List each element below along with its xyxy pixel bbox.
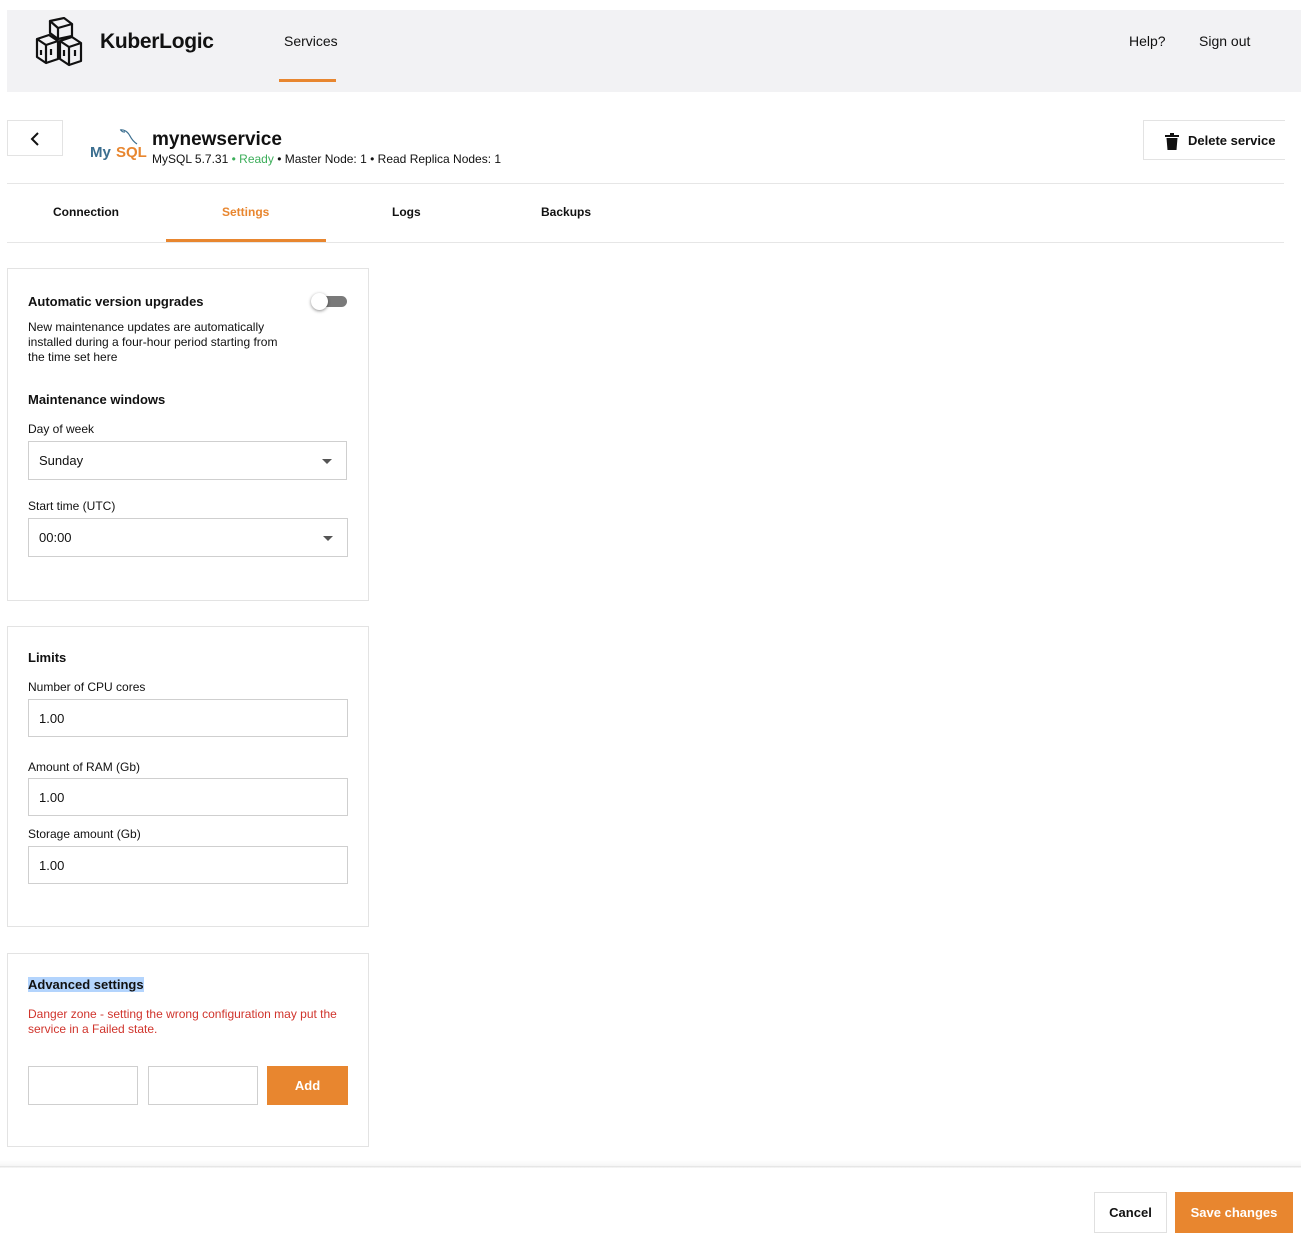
master-nodes: Master Node: 1 xyxy=(284,152,367,166)
status-badge: Ready xyxy=(239,152,274,166)
caret-down-icon xyxy=(323,536,333,541)
app-name: KuberLogic xyxy=(100,30,214,53)
upgrades-description: New maintenance updates are automaticall… xyxy=(28,320,278,364)
service-meta: MySQL 5.7.31 • Ready • Master Node: 1 • … xyxy=(152,152,502,166)
cpu-input[interactable] xyxy=(28,699,348,737)
delete-service-label: Delete service xyxy=(1188,133,1276,148)
tab-logs[interactable]: Logs xyxy=(392,205,421,219)
divider xyxy=(7,183,1284,184)
danger-warning: Danger zone - setting the wrong configur… xyxy=(28,1007,337,1036)
upgrades-title: Automatic version upgrades xyxy=(28,294,204,309)
storage-input[interactable] xyxy=(28,846,348,884)
mysql-logo-my: My xyxy=(90,144,111,161)
config-value-input[interactable] xyxy=(148,1066,258,1105)
chevron-left-icon xyxy=(30,132,39,146)
service-name: mynewservice xyxy=(152,129,282,150)
help-link[interactable]: Help? xyxy=(1129,33,1166,49)
nav-services-link[interactable]: Services xyxy=(284,33,338,49)
advanced-title: Advanced settings xyxy=(28,977,144,992)
tab-connection[interactable]: Connection xyxy=(53,205,119,219)
cancel-button[interactable]: Cancel xyxy=(1094,1192,1167,1233)
trash-icon xyxy=(1165,133,1179,150)
save-changes-button[interactable]: Save changes xyxy=(1175,1192,1293,1233)
start-time-label: Start time (UTC) xyxy=(28,499,116,513)
start-time-value: 00:00 xyxy=(39,530,72,545)
back-button[interactable] xyxy=(7,120,63,156)
cpu-label: Number of CPU cores xyxy=(28,680,146,694)
start-time-select[interactable]: 00:00 xyxy=(28,518,348,557)
service-version: MySQL 5.7.31 xyxy=(152,152,229,166)
ram-input[interactable] xyxy=(28,778,348,816)
storage-label: Storage amount (Gb) xyxy=(28,827,141,841)
auto-upgrade-toggle[interactable] xyxy=(311,293,347,310)
limits-title: Limits xyxy=(28,650,67,665)
sign-out-link[interactable]: Sign out xyxy=(1199,33,1250,49)
tab-settings[interactable]: Settings xyxy=(222,205,269,219)
advanced-title-wrap: Advanced settings xyxy=(28,977,144,992)
day-of-week-label: Day of week xyxy=(28,422,95,436)
footer-divider xyxy=(0,1166,1301,1167)
delete-service-button[interactable]: Delete service xyxy=(1143,120,1285,160)
toggle-knob xyxy=(311,293,328,310)
divider xyxy=(7,242,1284,243)
caret-down-icon xyxy=(322,459,332,464)
config-key-input[interactable] xyxy=(28,1066,138,1105)
add-config-button[interactable]: Add xyxy=(267,1066,348,1105)
day-of-week-value: Sunday xyxy=(39,453,84,468)
tab-backups[interactable]: Backups xyxy=(541,205,591,219)
nav-active-indicator xyxy=(279,79,336,82)
mysql-logo-sql: SQL xyxy=(116,144,147,161)
maintenance-title: Maintenance windows xyxy=(28,392,166,407)
day-of-week-select[interactable]: Sunday xyxy=(28,441,347,480)
ram-label: Amount of RAM (Gb) xyxy=(28,760,141,774)
kuberlogic-logo-icon xyxy=(35,17,83,67)
replica-nodes: Read Replica Nodes: 1 xyxy=(377,152,502,166)
